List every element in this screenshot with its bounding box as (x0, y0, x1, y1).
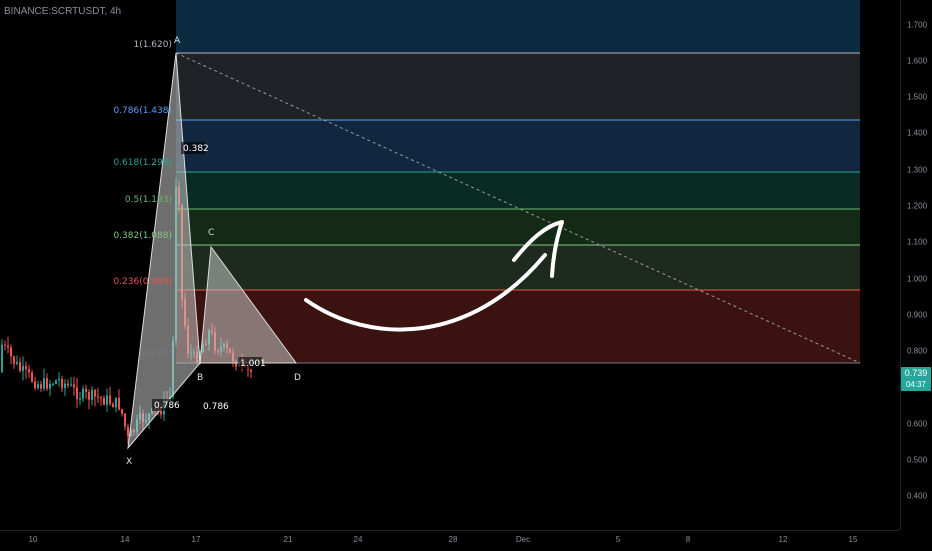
candle-body (61, 379, 63, 388)
time-tick: 12 (778, 535, 788, 544)
candle-body (121, 409, 123, 414)
candle-body (49, 383, 51, 389)
time-tick: 8 (685, 535, 691, 544)
fib-band-top (176, 0, 860, 53)
candle-body (109, 395, 111, 404)
price-tick: 0.600 (907, 419, 928, 429)
candle-body (88, 391, 90, 400)
point-label-b: B (197, 373, 203, 383)
time-tick: 14 (120, 535, 130, 544)
time-tick: 17 (191, 535, 201, 544)
chart-canvas[interactable]: 1(1.620) 0.786(1.438) 0.618(1.298) 0.5(1… (0, 0, 900, 530)
candle-body (34, 381, 36, 389)
candle-body (112, 403, 114, 408)
fib-label-0: 0(0.76) (139, 349, 172, 359)
price-tick: 0.500 (907, 455, 928, 465)
bar-countdown: 04:37 (905, 380, 927, 389)
fib-label-05: 0.5(1.193) (125, 195, 172, 205)
current-price-value: 0.739 (904, 368, 928, 378)
ratio-label-1: 0.382 (183, 144, 209, 154)
current-price-tag: 0.739 04:37 (901, 367, 931, 391)
candle-body (115, 397, 117, 408)
fib-label-0236: 0.236(0.969) (113, 277, 172, 287)
candle-body (64, 383, 66, 388)
price-tick: 0.800 (907, 346, 928, 356)
fib-label-0618: 0.618(1.298) (113, 158, 172, 168)
candle-body (103, 397, 105, 405)
ratio-label-3: 0.786 (203, 402, 229, 412)
price-tick: 0.900 (907, 310, 928, 320)
point-label-x: X (126, 457, 132, 467)
point-label-c: C (208, 228, 214, 238)
fib-band-0618-05 (176, 172, 860, 209)
candle-body (97, 396, 99, 398)
point-label-d: D (294, 373, 301, 383)
candle-body (82, 388, 84, 399)
price-tick: 1.500 (907, 92, 928, 102)
candle-body (46, 378, 48, 389)
axis-corner (900, 530, 932, 550)
candle-body (28, 369, 30, 373)
candle-body (94, 389, 96, 397)
candle-body (40, 384, 42, 389)
price-tick: 1.600 (907, 56, 928, 66)
candle-body (1, 344, 3, 372)
fib-band-1-0786 (176, 53, 860, 120)
candle-body (70, 384, 72, 386)
candle-body (124, 413, 126, 427)
price-tick: 0.400 (907, 491, 928, 501)
candle-body (13, 356, 15, 364)
candle-body (16, 362, 18, 364)
candle-body (67, 383, 69, 386)
candle-body (127, 426, 129, 437)
chart-area[interactable]: 1(1.620) 0.786(1.438) 0.618(1.298) 0.5(1… (0, 0, 900, 530)
candle-body (4, 344, 6, 346)
candle-body (37, 384, 39, 389)
symbol-label[interactable]: BINANCE:SCRTUSDT, 4h (4, 6, 121, 17)
candle-body (43, 378, 45, 389)
time-axis[interactable]: 10 14 17 21 24 28 Dec 5 8 12 15 (0, 530, 900, 551)
price-tick: 1.200 (907, 201, 928, 211)
time-tick: Dec (515, 535, 531, 544)
candle-body (91, 389, 93, 400)
fib-band-0786-0618 (176, 120, 860, 172)
candle-body (76, 387, 78, 400)
candle-body (22, 365, 24, 371)
ratio-label-2: 0.786 (154, 401, 180, 411)
price-tick: 1.700 (907, 20, 928, 30)
candle-body (85, 388, 87, 392)
time-tick: 15 (848, 535, 858, 544)
time-tick: 24 (353, 535, 363, 544)
candle-body (118, 397, 120, 410)
candle-body (31, 372, 33, 382)
fib-label-0786: 0.786(1.438) (113, 106, 172, 116)
price-tick: 1.100 (907, 237, 928, 247)
price-tick: 1.300 (907, 165, 928, 175)
candle-body (52, 383, 54, 385)
candle-body (100, 397, 102, 399)
candle-body (58, 379, 60, 381)
fib-label-1: 1(1.620) (133, 40, 172, 50)
candle-body (10, 347, 12, 357)
point-label-a: A (174, 36, 181, 46)
candle-body (7, 345, 9, 348)
candle-body (73, 384, 75, 388)
candle-body (250, 369, 252, 372)
time-tick: 10 (28, 535, 38, 544)
fib-band-05-0382 (176, 209, 860, 245)
candle-body (19, 362, 21, 371)
candle-body (55, 380, 57, 384)
ratio-label-4: 1.001 (240, 359, 266, 369)
time-tick: 21 (283, 535, 293, 544)
fib-label-0382: 0.382(1.088) (113, 231, 172, 241)
price-axis[interactable]: 1.700 1.600 1.500 1.400 1.300 1.200 1.10… (900, 0, 932, 530)
candle-body (79, 398, 81, 400)
price-tick: 1.000 (907, 274, 928, 284)
candle-body (25, 365, 27, 370)
candle-body (106, 395, 108, 405)
price-tick: 1.400 (907, 128, 928, 138)
time-tick: 5 (615, 535, 621, 544)
time-tick: 28 (448, 535, 458, 544)
